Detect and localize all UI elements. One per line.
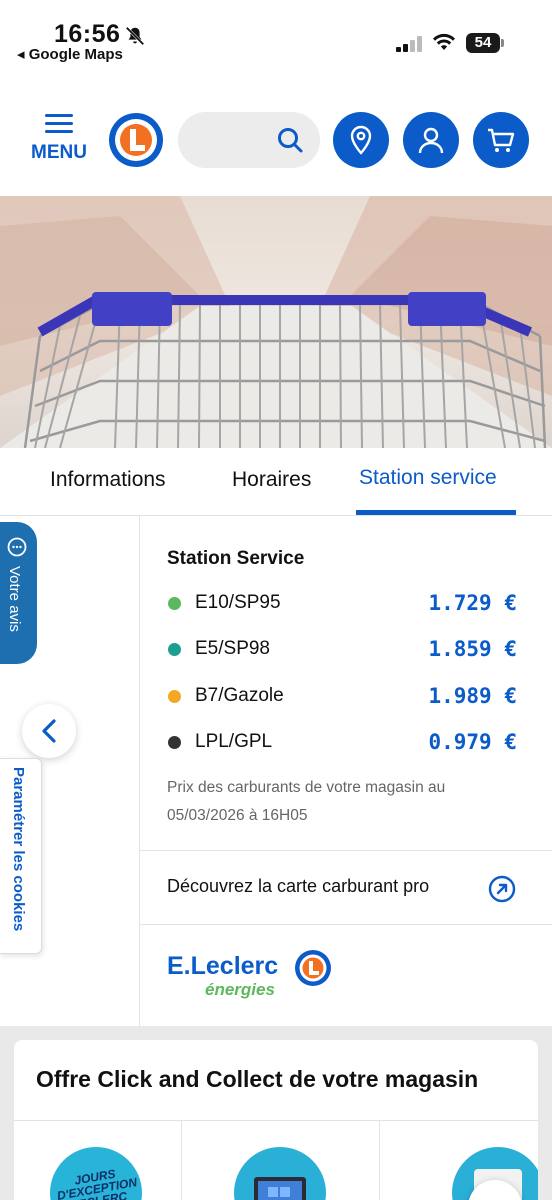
tab-informations[interactable]: Informations — [50, 468, 166, 492]
divider — [140, 924, 552, 925]
wifi-icon — [433, 33, 455, 50]
collapse-panel-button[interactable] — [22, 704, 76, 758]
station-service-panel: Station Service E10/SP95 1.729 € E5/SP98… — [140, 516, 552, 1026]
fuel-row: E5/SP98 1.859 € — [167, 634, 519, 664]
fuel-name: B7/Gazole — [195, 685, 284, 706]
laptop-icon — [254, 1177, 306, 1200]
site-header: MENU — [0, 96, 552, 196]
hamburger-icon — [45, 114, 73, 133]
price-date-note: Prix des carburants de votre magasin au … — [167, 779, 446, 824]
battery-indicator: 54 — [466, 33, 504, 53]
fuel-name: E5/SP98 — [195, 638, 270, 659]
user-icon — [418, 127, 444, 154]
fuel-price: 1.859 € — [428, 637, 517, 661]
fuel-dot — [168, 643, 181, 656]
fuel-name: LPL/GPL — [195, 731, 273, 752]
fuel-name: E10/SP95 — [195, 592, 281, 613]
tab-horaires[interactable]: Horaires — [232, 468, 311, 492]
click-collect-title: Offre Click and Collect de votre magasin — [36, 1066, 479, 1092]
fuel-card-pro-link[interactable]: Découvrez la carte carburant pro — [167, 876, 429, 897]
store-locator-button[interactable] — [333, 112, 389, 168]
leclerc-energies-logo[interactable]: E.Leclerc énergies — [167, 944, 337, 1000]
fuel-dot — [168, 597, 181, 610]
offer-tile[interactable]: JOURSD'EXCEPTIONLECLERC — [14, 1121, 182, 1200]
cart-button[interactable] — [473, 112, 529, 168]
active-tab-indicator — [356, 510, 516, 515]
cookie-settings-label: Paramétrer les cookies — [10, 767, 27, 932]
cookie-settings-tab[interactable]: Paramétrer les cookies — [0, 758, 42, 954]
fuel-row: B7/Gazole 1.989 € — [167, 681, 519, 711]
hero-shopping-cart-image — [0, 196, 552, 448]
search-bar[interactable] — [178, 112, 320, 168]
fuel-row: LPL/GPL 0.979 € — [167, 727, 519, 757]
battery-level: 54 — [466, 33, 500, 53]
fuel-row: E10/SP95 1.729 € — [167, 588, 519, 618]
store-tabs: Informations Horaires Station service — [0, 448, 552, 516]
fuel-price: 0.979 € — [428, 730, 517, 754]
back-to-app-link[interactable]: ◂ Google Maps — [17, 45, 123, 63]
menu-label: MENU — [31, 142, 87, 163]
energies-logo-brand: E.Leclerc — [167, 952, 278, 980]
fuel-price: 1.989 € — [428, 684, 517, 708]
tab-station-service[interactable]: Station service — [359, 466, 497, 490]
feedback-label: Votre avis — [6, 566, 23, 632]
account-button[interactable] — [403, 112, 459, 168]
feedback-tab[interactable]: Votre avis — [0, 522, 37, 664]
offer-tile[interactable] — [182, 1121, 380, 1200]
external-link-arrow-icon[interactable] — [488, 875, 516, 903]
jours-exception-text: JOURSD'EXCEPTIONLECLERC — [55, 1166, 139, 1200]
chat-bubble-icon — [7, 537, 27, 557]
cell-signal-icon — [396, 36, 422, 52]
bell-muted-icon — [125, 26, 145, 46]
fuel-dot — [168, 736, 181, 749]
chevron-left-icon — [42, 719, 56, 743]
status-bar: 16:56 ◂ Google Maps 54 — [0, 0, 552, 72]
fuel-dot — [168, 690, 181, 703]
menu-button[interactable]: MENU — [28, 110, 90, 170]
laptop-image — [234, 1147, 326, 1200]
search-icon[interactable] — [276, 126, 304, 154]
leclerc-logo[interactable] — [108, 112, 164, 168]
jours-exception-badge: JOURSD'EXCEPTIONLECLERC — [50, 1147, 142, 1200]
click-collect-card: Offre Click and Collect de votre magasin… — [14, 1040, 538, 1200]
station-title: Station Service — [167, 548, 305, 569]
battery-tip — [501, 39, 504, 47]
cart-icon — [488, 128, 515, 152]
divider — [140, 850, 552, 851]
fuel-price: 1.729 € — [428, 591, 517, 615]
energies-logo-sub: énergies — [205, 980, 275, 999]
location-pin-icon — [350, 125, 372, 155]
